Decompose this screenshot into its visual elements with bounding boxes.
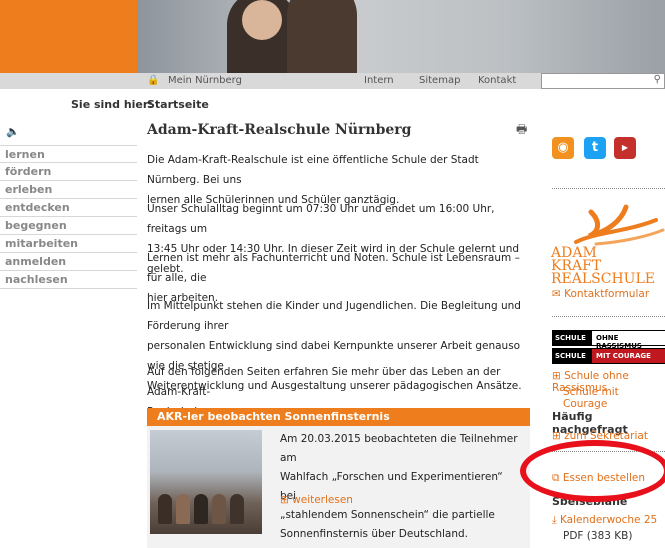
photo-person bbox=[158, 494, 172, 524]
weiterlesen-label: weiterlesen bbox=[292, 494, 353, 506]
photo-person bbox=[230, 494, 244, 524]
kontaktformular-link[interactable]: ✉ Kontaktformular bbox=[552, 288, 649, 300]
search-input[interactable]: ⚲ bbox=[541, 73, 665, 89]
annotation-ellipse bbox=[520, 440, 665, 502]
speaker-icon[interactable]: 🔈 bbox=[6, 125, 20, 138]
arrow-box-icon: ⊞ bbox=[280, 494, 293, 506]
youtube-icon[interactable]: ▶ bbox=[614, 137, 636, 159]
header-orange-block bbox=[0, 0, 137, 73]
breadcrumb-label: Sie sind hier: bbox=[71, 98, 153, 111]
courage-banner-row2[interactable]: SCHULE MIT COURAGE bbox=[552, 348, 665, 364]
nav-item-entdecken[interactable]: entdecken bbox=[0, 199, 137, 217]
page-title: Adam-Kraft-Realschule Nürnberg bbox=[147, 122, 412, 138]
kontakt-link[interactable]: Kontakt bbox=[478, 75, 516, 86]
schule-mit-courage-link[interactable]: Schule mit Courage bbox=[563, 386, 665, 410]
mail-icon: ✉ bbox=[552, 288, 565, 300]
banner-text: MIT COURAGE bbox=[596, 352, 651, 360]
arrow-box-icon: ⊞ bbox=[552, 430, 565, 442]
kontaktformular-label: Kontaktformular bbox=[564, 288, 650, 300]
twitter-icon[interactable]: t bbox=[584, 137, 606, 159]
download-icon: ⤓ bbox=[552, 514, 560, 526]
arrow-box-icon: ⊞ bbox=[552, 370, 565, 382]
text-line: Auf den folgenden Seiten erfahren Sie me… bbox=[147, 366, 501, 398]
divider bbox=[552, 188, 665, 189]
photo-person bbox=[194, 494, 208, 524]
main-nav: lernen fördern erleben entdecken begegne… bbox=[0, 145, 137, 289]
news-teaser: AKR-ler beobachten Sonnenfinsternis Am 2… bbox=[147, 408, 530, 548]
intern-link[interactable]: Intern bbox=[364, 75, 394, 86]
courage-banner-row1[interactable]: SCHULE OHNE RASSISMUS bbox=[552, 330, 665, 350]
nav-item-begegnen[interactable]: begegnen bbox=[0, 217, 137, 235]
teaser-heading[interactable]: AKR-ler beobachten Sonnenfinsternis bbox=[147, 408, 530, 426]
teaser-image[interactable] bbox=[150, 430, 262, 534]
nav-item-erleben[interactable]: erleben bbox=[0, 181, 137, 199]
text-line: Die Adam-Kraft-Realschule ist eine öffen… bbox=[147, 154, 479, 186]
sitemap-link[interactable]: Sitemap bbox=[419, 75, 460, 86]
text-line: „stahlendem Sonnenschein“ die partielle bbox=[280, 509, 495, 521]
nav-item-nachlesen[interactable]: nachlesen bbox=[0, 271, 137, 289]
photo-person bbox=[287, 0, 357, 73]
nav-item-foerdern[interactable]: fördern bbox=[0, 163, 137, 181]
mein-nuernberg-link[interactable]: Mein Nürnberg bbox=[168, 75, 242, 86]
text-line: Im Mittelpunkt stehen die Kinder und Jug… bbox=[147, 300, 521, 332]
rss-icon[interactable]: ◉ bbox=[552, 137, 574, 159]
lock-icon: 🔒 bbox=[147, 75, 160, 86]
photo-person bbox=[176, 494, 190, 524]
search-icon[interactable]: ⚲ bbox=[654, 74, 661, 85]
text-line: Unser Schulalltag beginnt um 07:30 Uhr u… bbox=[147, 203, 495, 235]
logo-text-realschule: REALSCHULE bbox=[551, 271, 655, 287]
text-line: Am 20.03.2015 beobachteten die Teilnehme… bbox=[280, 433, 518, 464]
nav-item-lernen[interactable]: lernen bbox=[0, 145, 137, 163]
nav-item-mitarbeiten[interactable]: mitarbeiten bbox=[0, 235, 137, 253]
kalenderwoche-link[interactable]: ⤓ Kalenderwoche 25 bbox=[552, 514, 657, 527]
header-photo bbox=[137, 0, 665, 73]
banner-text: SCHULE bbox=[555, 334, 586, 342]
photo-face bbox=[242, 0, 282, 40]
divider bbox=[552, 316, 665, 317]
weiterlesen-link[interactable]: ⊞ weiterlesen bbox=[280, 494, 353, 506]
text-line: Lernen ist mehr als Fachunterricht und N… bbox=[147, 252, 520, 284]
print-icon[interactable]: 🖶 bbox=[516, 120, 527, 141]
text-line: Sonnenfinsternis über Deutschland. bbox=[280, 528, 469, 540]
photo-person bbox=[212, 494, 226, 524]
breadcrumb[interactable]: Startseite bbox=[147, 98, 209, 111]
teaser-text: Am 20.03.2015 beobachteten die Teilnehme… bbox=[280, 430, 520, 544]
link-label: Kalenderwoche 25 bbox=[559, 514, 658, 526]
pdf-size: PDF (383 KB) bbox=[563, 530, 633, 542]
banner-text: SCHULE bbox=[555, 352, 586, 360]
nav-item-anmelden[interactable]: anmelden bbox=[0, 253, 137, 271]
